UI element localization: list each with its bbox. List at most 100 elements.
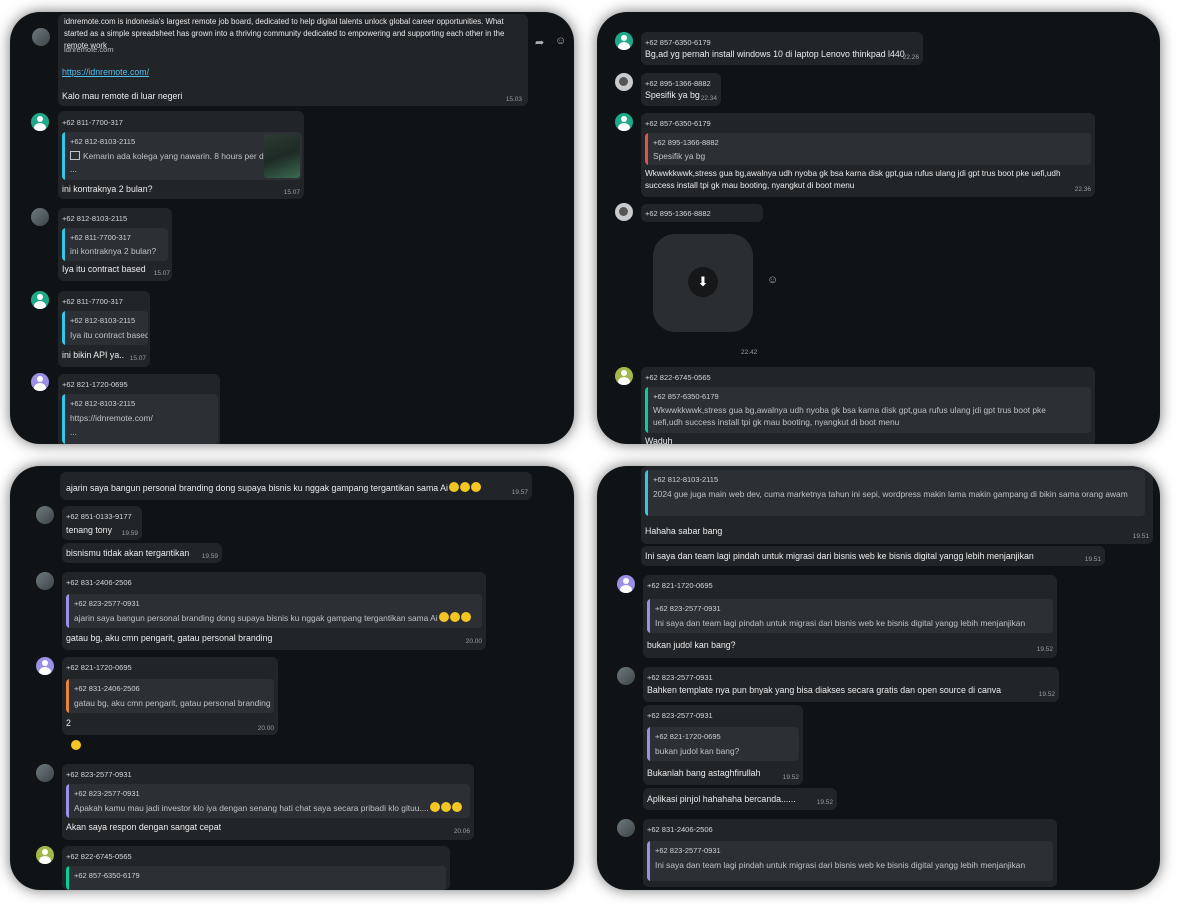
download-icon[interactable]: ⬇ — [688, 267, 718, 297]
quoted-message[interactable]: +62 857-6350-6179 Wkwwkkwwk,stress gua b… — [645, 387, 1091, 433]
quoted-message[interactable]: +62 811-7700-317 ini kontraknya 2 bulan? — [62, 228, 168, 261]
quote-sender: +62 823-2577-0931 — [655, 846, 721, 855]
crying-emoji-icon — [459, 482, 470, 492]
message-bubble[interactable]: +62 821-1720-0695 +62 831-2406-2506 gata… — [62, 657, 278, 735]
emoji-react-icon[interactable]: ☺ — [555, 35, 566, 47]
quote-sender: +62 811-7700-317 — [70, 233, 131, 242]
reaction-emoji-icon[interactable] — [70, 736, 81, 754]
chat-panel-bottom-left[interactable]: ajarin saya bangun personal branding don… — [10, 466, 574, 890]
message-bubble[interactable]: +62 811-7700-317 +62 812-8103-2115 Kemar… — [58, 111, 304, 199]
message-bubble[interactable]: bisnismu tidak akan tergantikan 19.59 — [62, 543, 222, 563]
message-link[interactable]: https://idnremote.com/ — [62, 66, 149, 78]
message-time: 19.52 — [782, 774, 799, 781]
quoted-message[interactable]: +62 823-2577-0931 Apakah kamu mau jadi i… — [66, 784, 470, 818]
sender-name: +62 823-2577-0931 — [647, 711, 713, 720]
message-bubble[interactable]: +62 823-2577-0931 +62 821-1720-0695 buka… — [643, 705, 803, 785]
quoted-message[interactable]: +62 812-8103-2115 Iya itu contract based — [62, 311, 148, 345]
quote-text: Apakah kamu mau jadi investor klo iya de… — [74, 802, 462, 814]
sender-name: +62 811-7700-317 — [62, 118, 123, 127]
quoted-message[interactable]: +62 812-8103-2115 2024 gue juga main web… — [645, 470, 1145, 516]
avatar[interactable] — [31, 208, 49, 226]
message-bubble[interactable]: +62 812-8103-2115 +62 811-7700-317 ini k… — [58, 208, 172, 281]
sticker-placeholder[interactable]: ⬇ — [653, 234, 753, 332]
message-time: 19.52 — [1036, 646, 1053, 653]
avatar[interactable] — [36, 846, 54, 864]
quoted-message[interactable]: +62 812-8103-2115 https://idnremote.com/… — [62, 394, 218, 444]
avatar[interactable] — [36, 572, 54, 590]
link-preview-description: idnremote.com is indonesia's largest rem… — [64, 17, 505, 50]
avatar[interactable] — [615, 367, 633, 385]
message-time: 20.00 — [465, 638, 482, 645]
message-bubble[interactable]: +62 821-1720-0695 +62 823-2577-0931 Ini … — [643, 575, 1057, 658]
quote-bar — [62, 394, 65, 444]
message-bubble[interactable]: +62 823-2577-0931 Bahken template nya pu… — [643, 667, 1059, 702]
message-bubble[interactable]: +62 811-7700-317 +62 812-8103-2115 Iya i… — [58, 291, 150, 367]
message-bubble[interactable]: Aplikasi pinjol hahahaha bercanda...... … — [643, 788, 837, 810]
message-bubble[interactable]: +62 895-1366-8882 Spesifik ya bg 22.34 — [641, 73, 721, 106]
quoted-message[interactable]: +62 895-1366-8882 Spesifik ya bg — [645, 133, 1091, 165]
message-bubble[interactable]: +62 821-1720-0695 +62 812-8103-2115 http… — [58, 374, 220, 444]
message-bubble[interactable]: idnremote.com is indonesia's largest rem… — [58, 14, 528, 106]
quoted-message[interactable]: +62 831-2406-2506 gatau bg, aku cmn peng… — [66, 679, 274, 713]
message-text-content: ajarin saya bangun personal branding don… — [66, 483, 448, 493]
crying-emoji-icon — [470, 482, 481, 492]
avatar[interactable] — [617, 575, 635, 593]
message-bubble[interactable]: +62 822-6745-0565 +62 857-6350-6179 Wkww… — [641, 367, 1095, 444]
avatar[interactable] — [617, 667, 635, 685]
message-bubble[interactable]: ajarin saya bangun personal branding don… — [60, 472, 532, 500]
message-bubble[interactable]: +62 831-2406-2506 +62 823-2577-0931 Ini … — [643, 819, 1057, 887]
quoted-message[interactable]: +62 823-2577-0931 ajarin saya bangun per… — [66, 594, 482, 628]
message-bubble[interactable]: +62 857-6350-6179 Bg,ad yg pernah instal… — [641, 32, 923, 65]
quote-text: Iya itu contract based — [70, 330, 148, 340]
message-text: Bg,ad yg pernah install windows 10 di la… — [645, 49, 905, 59]
message-bubble[interactable]: +62 831-2406-2506 +62 823-2577-0931 ajar… — [62, 572, 486, 650]
avatar[interactable] — [36, 657, 54, 675]
quote-sender: +62 812-8103-2115 — [653, 475, 719, 484]
avatar[interactable] — [31, 113, 49, 131]
avatar[interactable] — [31, 291, 49, 309]
quote-bar — [647, 727, 650, 761]
message-bubble[interactable]: +62 851-0133-9177 tenang tony 19.59 — [62, 506, 142, 540]
quoted-message[interactable]: +62 823-2577-0931 Ini saya dan team lagi… — [647, 599, 1053, 633]
quote-bar — [645, 470, 648, 516]
avatar[interactable] — [617, 819, 635, 837]
message-text: 2 — [66, 718, 71, 728]
chat-panel-bottom-right[interactable]: +62 812-8103-2115 2024 gue juga main web… — [597, 466, 1160, 890]
chat-panel-top-right[interactable]: +62 857-6350-6179 Bg,ad yg pernah instal… — [597, 12, 1160, 444]
quoted-message[interactable]: +62 821-1720-0695 bukan judol kan bang? — [647, 727, 799, 761]
message-bubble[interactable]: +62 812-8103-2115 2024 gue juga main web… — [641, 466, 1153, 544]
emoji-react-icon[interactable]: ☺ — [767, 274, 778, 286]
grin-emoji-icon — [429, 802, 440, 812]
message-bubble[interactable]: +62 823-2577-0931 +62 823-2577-0931 Apak… — [62, 764, 474, 840]
chat-panel-top-left[interactable]: idnremote.com is indonesia's largest rem… — [10, 12, 574, 444]
message-bubble[interactable]: +62 822-6745-0565 +62 857-6350-6179 — [62, 846, 450, 890]
avatar[interactable] — [615, 113, 633, 131]
message-text: Bukanlah bang astaghfirullah — [647, 768, 761, 778]
avatar[interactable] — [615, 73, 633, 91]
message-text: ajarin saya bangun personal branding don… — [66, 482, 481, 494]
avatar[interactable] — [31, 373, 49, 391]
sender-name: +62 857-6350-6179 — [645, 38, 711, 47]
message-time: 22.34 — [700, 95, 717, 102]
message-bubble[interactable]: +62 857-6350-6179 +62 895-1366-8882 Spes… — [641, 113, 1095, 197]
message-time: 19.52 — [1038, 691, 1055, 698]
forward-icon[interactable]: ➦ — [535, 36, 544, 49]
quoted-message[interactable]: +62 812-8103-2115 Kemarin ada kolega yan… — [62, 132, 302, 180]
quoted-message[interactable]: +62 857-6350-6179 — [66, 866, 446, 890]
avatar[interactable] — [615, 203, 633, 221]
quoted-message[interactable]: +62 823-2577-0931 Ini saya dan team lagi… — [647, 841, 1053, 881]
avatar[interactable] — [615, 32, 633, 50]
sender-name: +62 831-2406-2506 — [66, 578, 132, 587]
message-bubble[interactable]: +62 895-1366-8882 — [641, 204, 763, 222]
quote-sender: +62 823-2577-0931 — [655, 604, 721, 613]
crying-emoji-icon — [448, 482, 459, 492]
quote-text-content: Apakah kamu mau jadi investor klo iya de… — [74, 803, 429, 813]
quote-text: ini kontraknya 2 bulan? — [70, 246, 157, 256]
avatar[interactable] — [36, 764, 54, 782]
message-text: ini kontraknya 2 bulan? — [62, 184, 153, 194]
message-bubble[interactable]: Ini saya dan team lagi pindah untuk migr… — [641, 546, 1105, 566]
avatar[interactable] — [32, 28, 50, 46]
quote-sender: +62 821-1720-0695 — [655, 732, 721, 741]
avatar[interactable] — [36, 506, 54, 524]
message-text: bisnismu tidak akan tergantikan — [66, 548, 190, 558]
